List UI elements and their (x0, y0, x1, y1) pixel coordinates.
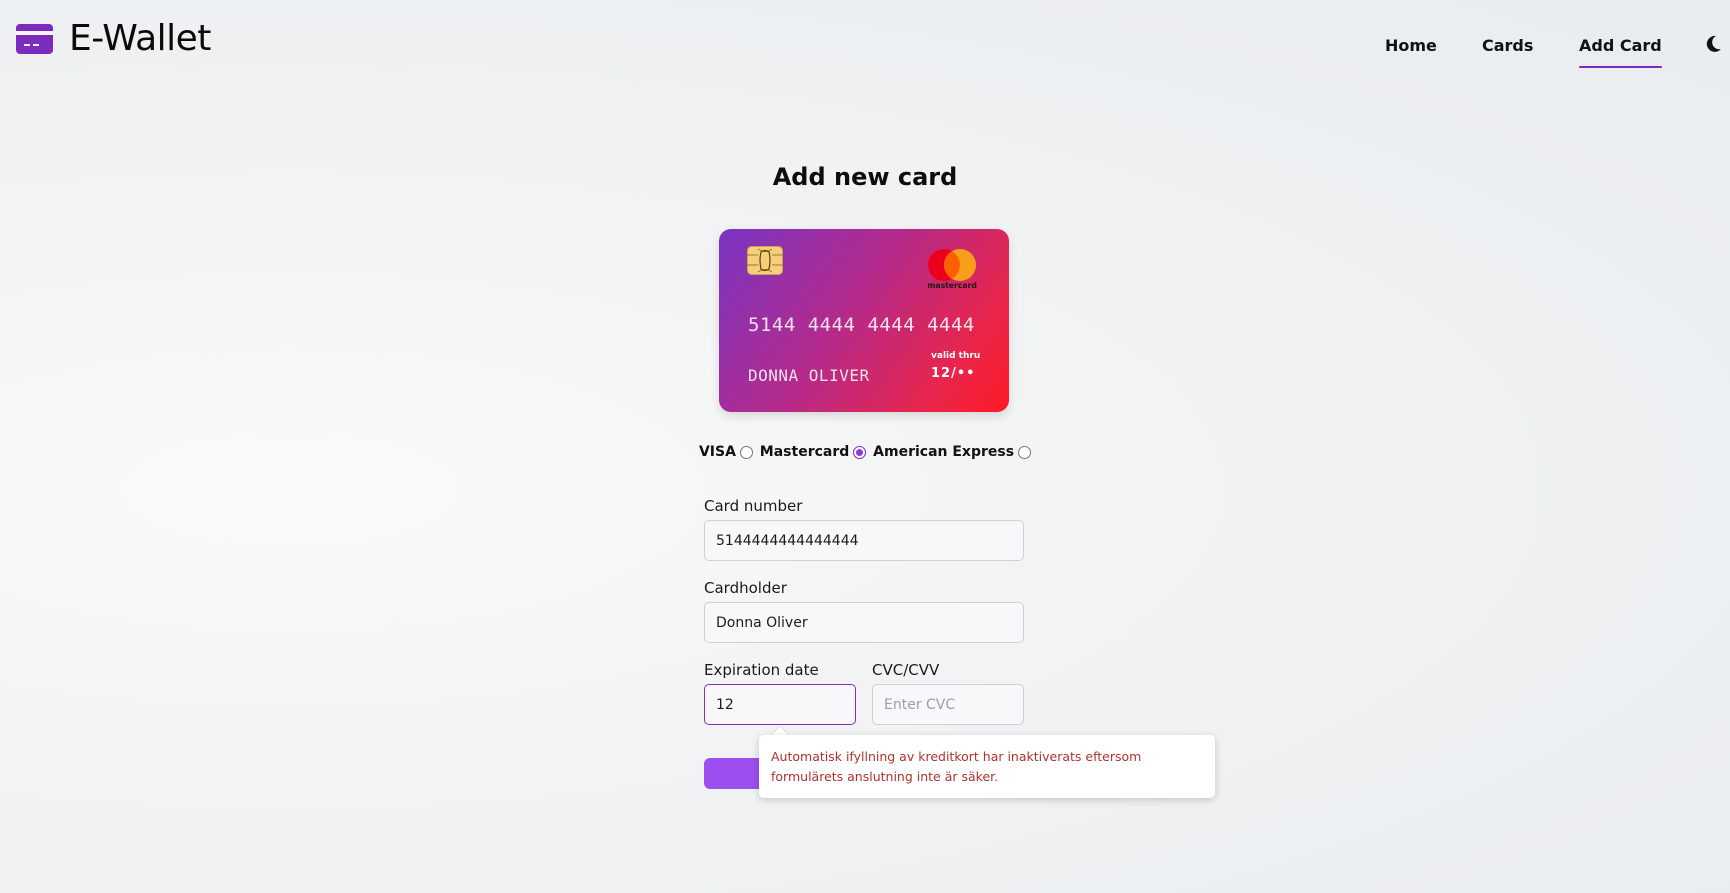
expiration-label: Expiration date (704, 661, 819, 679)
card-type-label: American Express (873, 444, 1015, 460)
cvc-label: CVC/CVV (872, 661, 940, 679)
card-type-label: Mastercard (759, 444, 850, 460)
cardholder-label: Cardholder (704, 579, 787, 597)
autofill-warning-tooltip: Automatisk ifyllning av kreditkort har i… (759, 735, 1215, 798)
main-nav: Home Cards Add Card (0, 36, 1730, 76)
card-preview-valid-value: 12/•• (931, 366, 976, 381)
cardholder-input[interactable]: Donna Oliver (704, 602, 1024, 643)
card-preview: mastercard 5144 4444 4444 4444 DONNA OLI… (719, 229, 1009, 412)
nav-add-card[interactable]: Add Card (1579, 36, 1662, 68)
card-type-group: VISA Mastercard American Express (0, 444, 1730, 460)
card-type-amex[interactable]: American Express (873, 444, 1032, 460)
card-preview-valid-label: valid thru (931, 351, 981, 361)
page-title: Add new card (772, 163, 958, 191)
expiration-input[interactable]: 12 (704, 684, 856, 725)
card-brand-text: mastercard (927, 281, 977, 290)
radio-visa[interactable] (739, 445, 753, 459)
card-type-label: VISA (698, 444, 736, 460)
card-type-visa[interactable]: VISA (699, 444, 753, 460)
cvc-input[interactable]: Enter CVC (872, 684, 1024, 725)
moon-icon[interactable] (1703, 34, 1723, 54)
nav-home[interactable]: Home (1385, 36, 1437, 55)
radio-mastercard[interactable] (853, 445, 867, 459)
nav-cards[interactable]: Cards (1482, 36, 1533, 55)
radio-american-express[interactable] (1018, 445, 1032, 459)
card-number-input[interactable]: 5144444444444444 (704, 520, 1024, 561)
card-preview-number: 5144 4444 4444 4444 (748, 314, 975, 336)
card-number-label: Card number (704, 497, 803, 515)
card-preview-holder: DONNA OLIVER (748, 366, 870, 385)
chip-icon (747, 246, 783, 275)
card-type-mastercard[interactable]: Mastercard (759, 444, 867, 460)
